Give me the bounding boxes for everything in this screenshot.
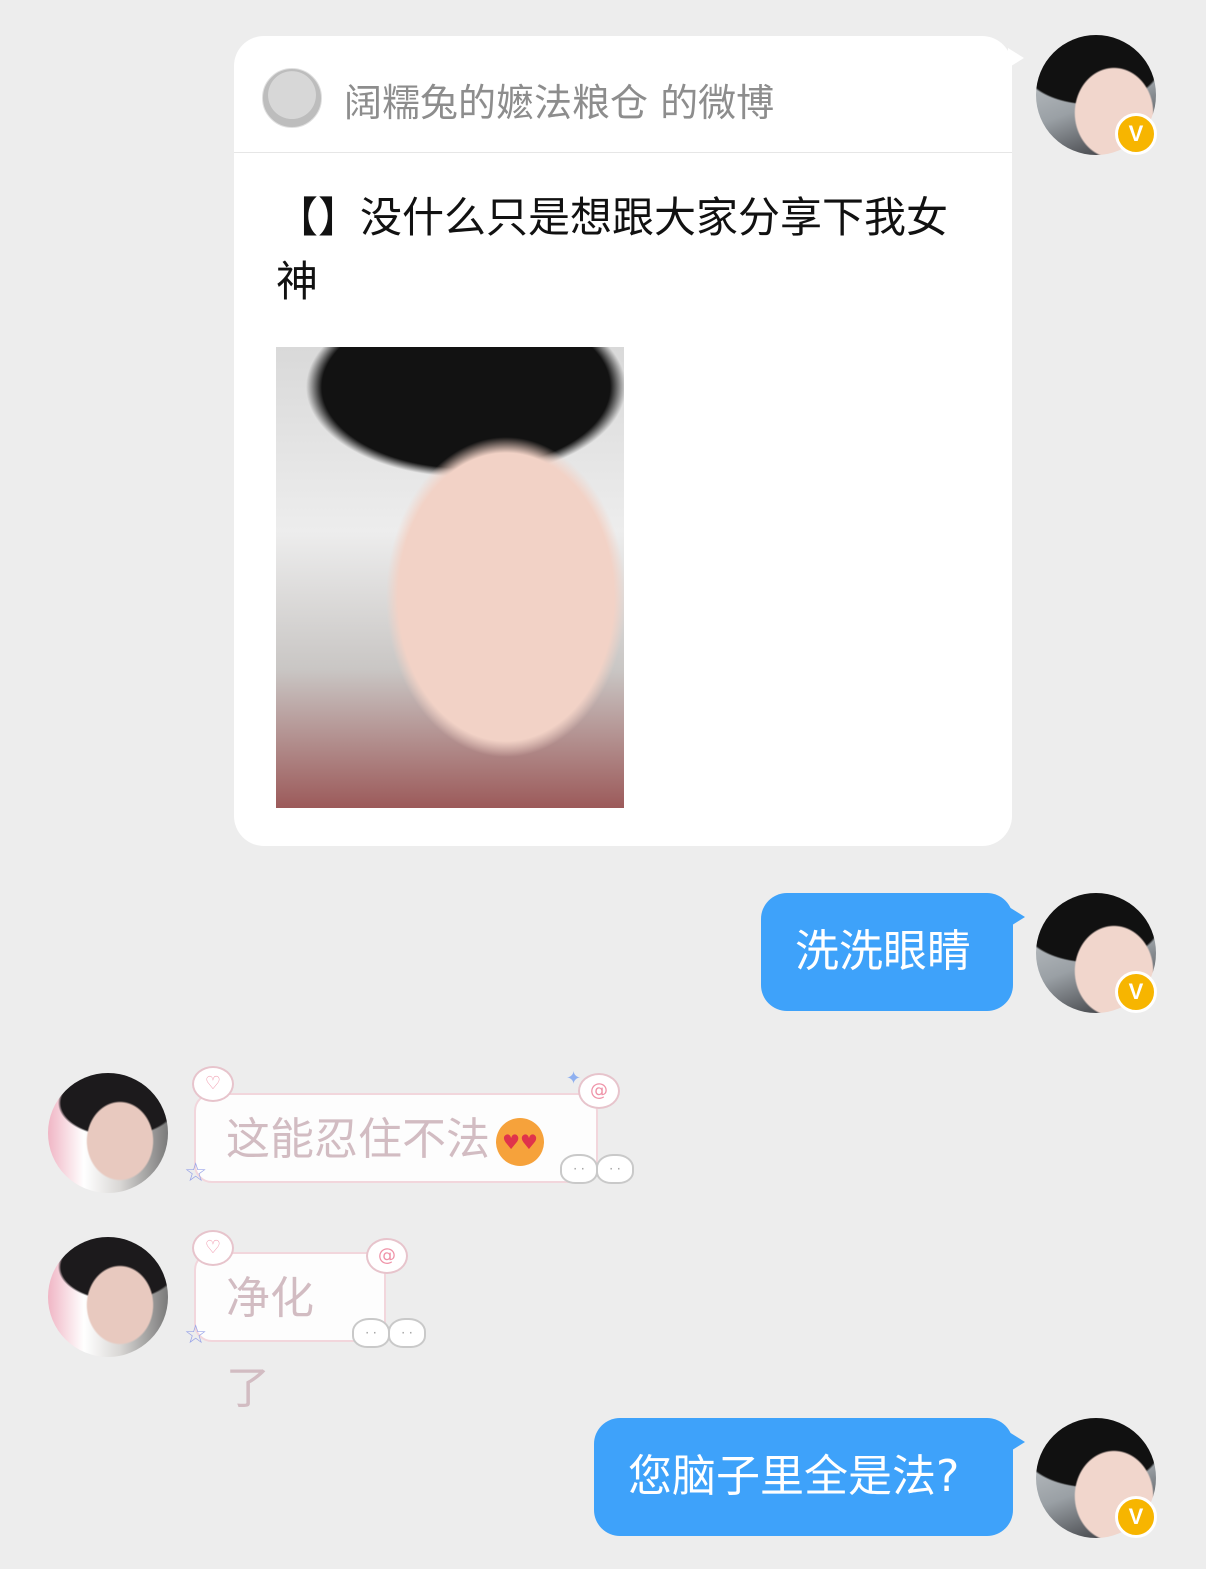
bubble-tail	[1009, 907, 1025, 927]
card-post-image[interactable]	[276, 347, 624, 808]
message-text: 洗洗眼睛	[795, 926, 971, 977]
source-avatar	[262, 68, 322, 128]
star-icon: ☆	[184, 1320, 208, 1350]
heart-cloud-icon: ♡	[192, 1066, 234, 1102]
verified-badge-icon: V	[1115, 971, 1157, 1013]
card-source-header[interactable]: 阔糯兔的嬷法粮仓 的微博	[234, 36, 1012, 153]
bunny-icon: · ·	[560, 1154, 598, 1184]
message-bubble-outgoing[interactable]: 您脑子里全是法?	[594, 1418, 1025, 1536]
verified-badge-icon: V	[1115, 1496, 1157, 1538]
shared-weibo-card[interactable]: 阔糯兔的嬷法粮仓 的微博 【】没什么只是想跟大家分享下我女神	[234, 36, 1024, 846]
bubble-tail	[1009, 1432, 1025, 1452]
sparkle-icon: ✦	[566, 1068, 582, 1089]
card-post-text: 【】没什么只是想跟大家分享下我女神	[276, 193, 949, 306]
heart-eyes-emoji-icon: ♥♥	[496, 1118, 544, 1166]
message-bubble-outgoing[interactable]: 洗洗眼睛	[761, 893, 1025, 1011]
source-name: 阔糯兔的嬷法粮仓 的微博	[344, 81, 775, 125]
star-icon: ☆	[184, 1158, 208, 1188]
swirl-cloud-icon: @	[366, 1238, 408, 1274]
message-bubble-incoming[interactable]: 这能忍住不法 ♥♥	[194, 1093, 598, 1183]
contact-avatar[interactable]	[48, 1237, 168, 1357]
bunny-icon: · ·	[352, 1318, 390, 1348]
message-text: 净化了	[226, 1273, 314, 1414]
bunny-icon: · ·	[596, 1154, 634, 1184]
message-text: 您脑子里全是法?	[628, 1451, 960, 1502]
contact-avatar[interactable]	[48, 1073, 168, 1193]
swirl-cloud-icon: @	[578, 1073, 620, 1109]
verified-badge-icon: V	[1115, 113, 1157, 155]
bunny-icon: · ·	[388, 1318, 426, 1348]
message-text: 这能忍住不法	[226, 1114, 490, 1165]
heart-cloud-icon: ♡	[192, 1230, 234, 1266]
